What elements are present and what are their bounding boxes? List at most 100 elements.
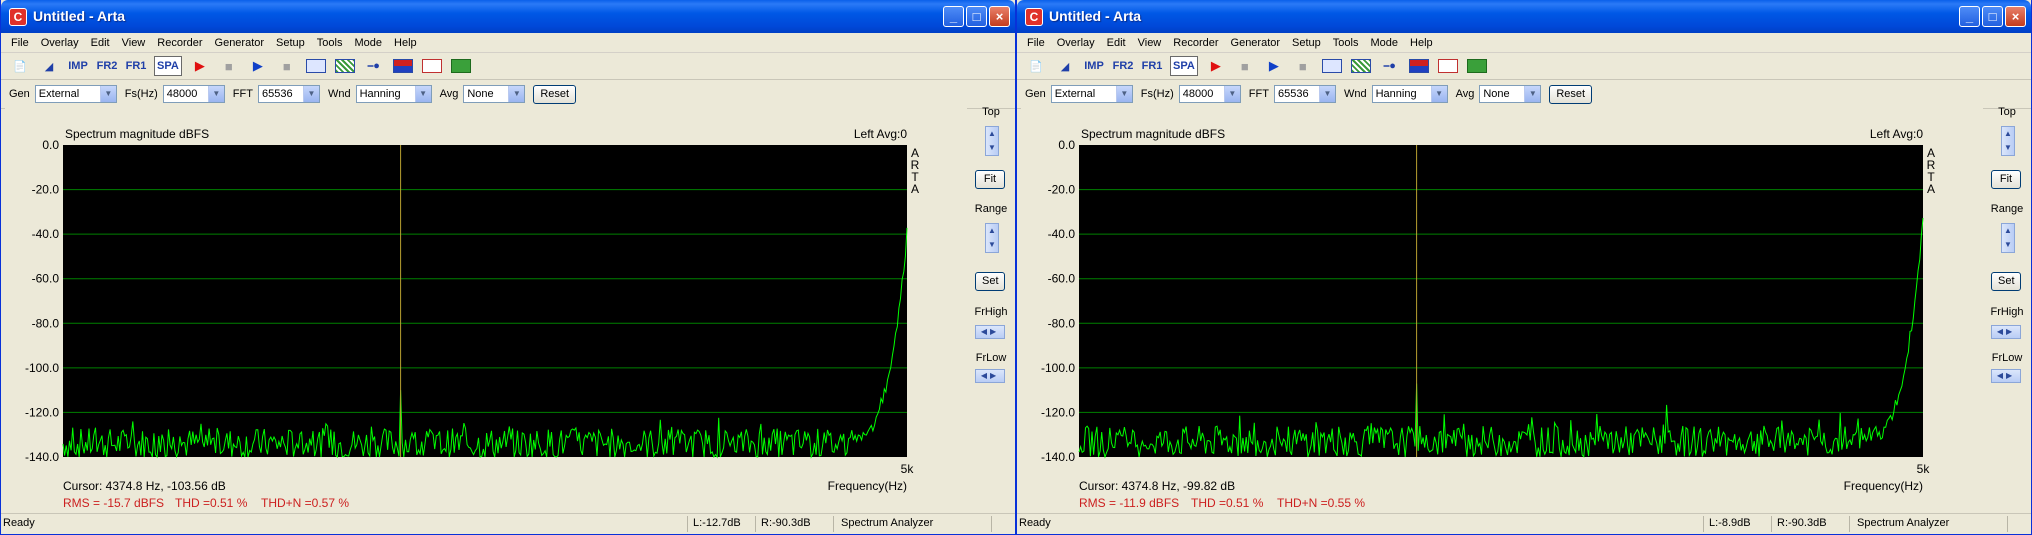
spectrum-chart-area[interactable]: Spectrum magnitude dBFS Left Avg:0 0.0 -20.… bbox=[5, 106, 967, 512]
chevron-down-icon[interactable]: ▼ bbox=[302, 86, 319, 102]
connector-icon[interactable]: ⎯● bbox=[1379, 56, 1401, 76]
set-button[interactable]: Set bbox=[975, 272, 1005, 291]
new-file-icon[interactable]: 📄 bbox=[9, 56, 31, 76]
arta-app-icon[interactable]: C bbox=[9, 8, 27, 26]
chevron-down-icon[interactable]: ▼ bbox=[1524, 86, 1541, 102]
frhigh-spinner[interactable]: ◀▶ bbox=[975, 325, 1005, 339]
abc-icon[interactable] bbox=[305, 56, 327, 76]
fft-select[interactable]: 65536 ▼ bbox=[1273, 85, 1336, 103]
spa-mode-button[interactable]: SPA bbox=[154, 56, 182, 76]
sine-wave-icon[interactable] bbox=[1437, 56, 1459, 76]
hatch-icon[interactable] bbox=[1350, 56, 1372, 76]
top-spinner[interactable]: ▲ ▼ bbox=[985, 126, 999, 156]
spectrum-chart[interactable]: Spectrum magnitude dBFS Left Avg:0 0.0 -20.… bbox=[1021, 106, 1983, 512]
open-file-icon[interactable]: ◢ bbox=[38, 56, 60, 76]
reset-button[interactable]: Reset bbox=[533, 84, 577, 104]
fit-button[interactable]: Fit bbox=[1991, 170, 2021, 189]
chevron-down-icon[interactable]: ▼ bbox=[99, 86, 116, 102]
new-file-icon[interactable]: 📄 bbox=[1025, 56, 1047, 76]
wnd-select[interactable]: Hanning ▼ bbox=[355, 85, 432, 103]
menu-file[interactable]: File bbox=[5, 37, 35, 49]
minimize-button[interactable]: _ bbox=[943, 6, 964, 27]
frlow-spinner[interactable]: ◀▶ bbox=[1991, 369, 2021, 383]
sine-wave-icon[interactable] bbox=[421, 56, 443, 76]
fs-select[interactable]: 48000 ▼ bbox=[162, 85, 225, 103]
generator-play-icon[interactable]: ▶ bbox=[247, 56, 269, 76]
frhigh-spinner[interactable]: ◀▶ bbox=[1991, 325, 2021, 339]
menu-recorder[interactable]: Recorder bbox=[151, 37, 208, 49]
meter-icon[interactable] bbox=[1408, 56, 1430, 76]
menu-view[interactable]: View bbox=[116, 37, 152, 49]
open-file-icon[interactable]: ◢ bbox=[1054, 56, 1076, 76]
menu-help[interactable]: Help bbox=[1404, 37, 1439, 49]
stop-icon[interactable]: ■ bbox=[1234, 56, 1256, 76]
meter-icon[interactable] bbox=[392, 56, 414, 76]
minimize-button[interactable]: _ bbox=[1959, 6, 1980, 27]
menu-setup[interactable]: Setup bbox=[270, 37, 311, 49]
menu-setup[interactable]: Setup bbox=[1286, 37, 1327, 49]
menu-generator[interactable]: Generator bbox=[1225, 37, 1287, 49]
avg-select[interactable]: None ▼ bbox=[463, 85, 526, 103]
title-bar[interactable]: C Untitled - Arta _ □ × bbox=[1, 0, 1015, 33]
impulse-mode-button[interactable]: IMP bbox=[67, 56, 89, 76]
record-play-icon[interactable]: ▶ bbox=[1205, 56, 1227, 76]
range-spinner[interactable]: ▲ ▼ bbox=[2001, 223, 2015, 253]
chevron-down-icon[interactable]: ▼ bbox=[508, 86, 525, 102]
connector-icon[interactable]: ⎯● bbox=[363, 56, 385, 76]
menu-help[interactable]: Help bbox=[388, 37, 423, 49]
gen-select[interactable]: External ▼ bbox=[1050, 85, 1133, 103]
menu-overlay[interactable]: Overlay bbox=[35, 37, 85, 49]
arta-app-icon[interactable]: C bbox=[1025, 8, 1043, 26]
title-bar[interactable]: C Untitled - Arta _ □ × bbox=[1017, 0, 2031, 33]
menu-edit[interactable]: Edit bbox=[1101, 37, 1132, 49]
fr2-mode-button[interactable]: FR2 bbox=[96, 56, 118, 76]
maximize-button[interactable]: □ bbox=[1982, 6, 2003, 27]
chevron-down-icon[interactable]: ▼ bbox=[207, 86, 224, 102]
close-button[interactable]: × bbox=[2005, 6, 2026, 27]
hatch-icon[interactable] bbox=[334, 56, 356, 76]
chevron-down-icon[interactable]: ▼ bbox=[1430, 86, 1447, 102]
menu-mode[interactable]: Mode bbox=[1364, 37, 1404, 49]
menu-view[interactable]: View bbox=[1132, 37, 1168, 49]
menu-file[interactable]: File bbox=[1021, 37, 1051, 49]
plot-background[interactable] bbox=[63, 145, 907, 457]
chevron-down-icon[interactable]: ▼ bbox=[1223, 86, 1240, 102]
abc-icon[interactable] bbox=[1321, 56, 1343, 76]
range-spinner[interactable]: ▲ ▼ bbox=[985, 223, 999, 253]
generator-stop-icon[interactable]: ■ bbox=[276, 56, 298, 76]
menu-tools[interactable]: Tools bbox=[1327, 37, 1365, 49]
fit-button[interactable]: Fit bbox=[975, 170, 1005, 189]
fft-select[interactable]: 65536 ▼ bbox=[257, 85, 320, 103]
chevron-down-icon[interactable]: ▼ bbox=[1318, 86, 1335, 102]
reset-button[interactable]: Reset bbox=[1549, 84, 1593, 104]
menu-edit[interactable]: Edit bbox=[85, 37, 116, 49]
menu-overlay[interactable]: Overlay bbox=[1051, 37, 1101, 49]
top-spinner[interactable]: ▲ ▼ bbox=[2001, 126, 2015, 156]
spectrum-chart-area[interactable]: Spectrum magnitude dBFS Left Avg:0 0.0 -20.… bbox=[1021, 106, 1983, 512]
fs-select[interactable]: 48000 ▼ bbox=[1178, 85, 1241, 103]
generator-play-icon[interactable]: ▶ bbox=[1263, 56, 1285, 76]
spa-mode-button[interactable]: SPA bbox=[1170, 56, 1198, 76]
wnd-select[interactable]: Hanning ▼ bbox=[1371, 85, 1448, 103]
generator-stop-icon[interactable]: ■ bbox=[1292, 56, 1314, 76]
fr2-mode-button[interactable]: FR2 bbox=[1112, 56, 1134, 76]
fr1-mode-button[interactable]: FR1 bbox=[1141, 56, 1163, 76]
menu-tools[interactable]: Tools bbox=[311, 37, 349, 49]
chevron-down-icon[interactable]: ▼ bbox=[414, 86, 431, 102]
chevron-down-icon[interactable]: ▼ bbox=[1115, 86, 1132, 102]
menu-generator[interactable]: Generator bbox=[209, 37, 271, 49]
spectrum-chart[interactable]: Spectrum magnitude dBFS Left Avg:0 0.0 -20.… bbox=[5, 106, 967, 512]
record-play-icon[interactable]: ▶ bbox=[189, 56, 211, 76]
green-wave-icon[interactable] bbox=[450, 56, 472, 76]
gen-select[interactable]: External ▼ bbox=[34, 85, 117, 103]
set-button[interactable]: Set bbox=[1991, 272, 2021, 291]
avg-select[interactable]: None ▼ bbox=[1479, 85, 1542, 103]
plot-background[interactable] bbox=[1079, 145, 1923, 457]
close-button[interactable]: × bbox=[989, 6, 1010, 27]
stop-icon[interactable]: ■ bbox=[218, 56, 240, 76]
green-wave-icon[interactable] bbox=[1466, 56, 1488, 76]
impulse-mode-button[interactable]: IMP bbox=[1083, 56, 1105, 76]
frlow-spinner[interactable]: ◀▶ bbox=[975, 369, 1005, 383]
menu-recorder[interactable]: Recorder bbox=[1167, 37, 1224, 49]
fr1-mode-button[interactable]: FR1 bbox=[125, 56, 147, 76]
